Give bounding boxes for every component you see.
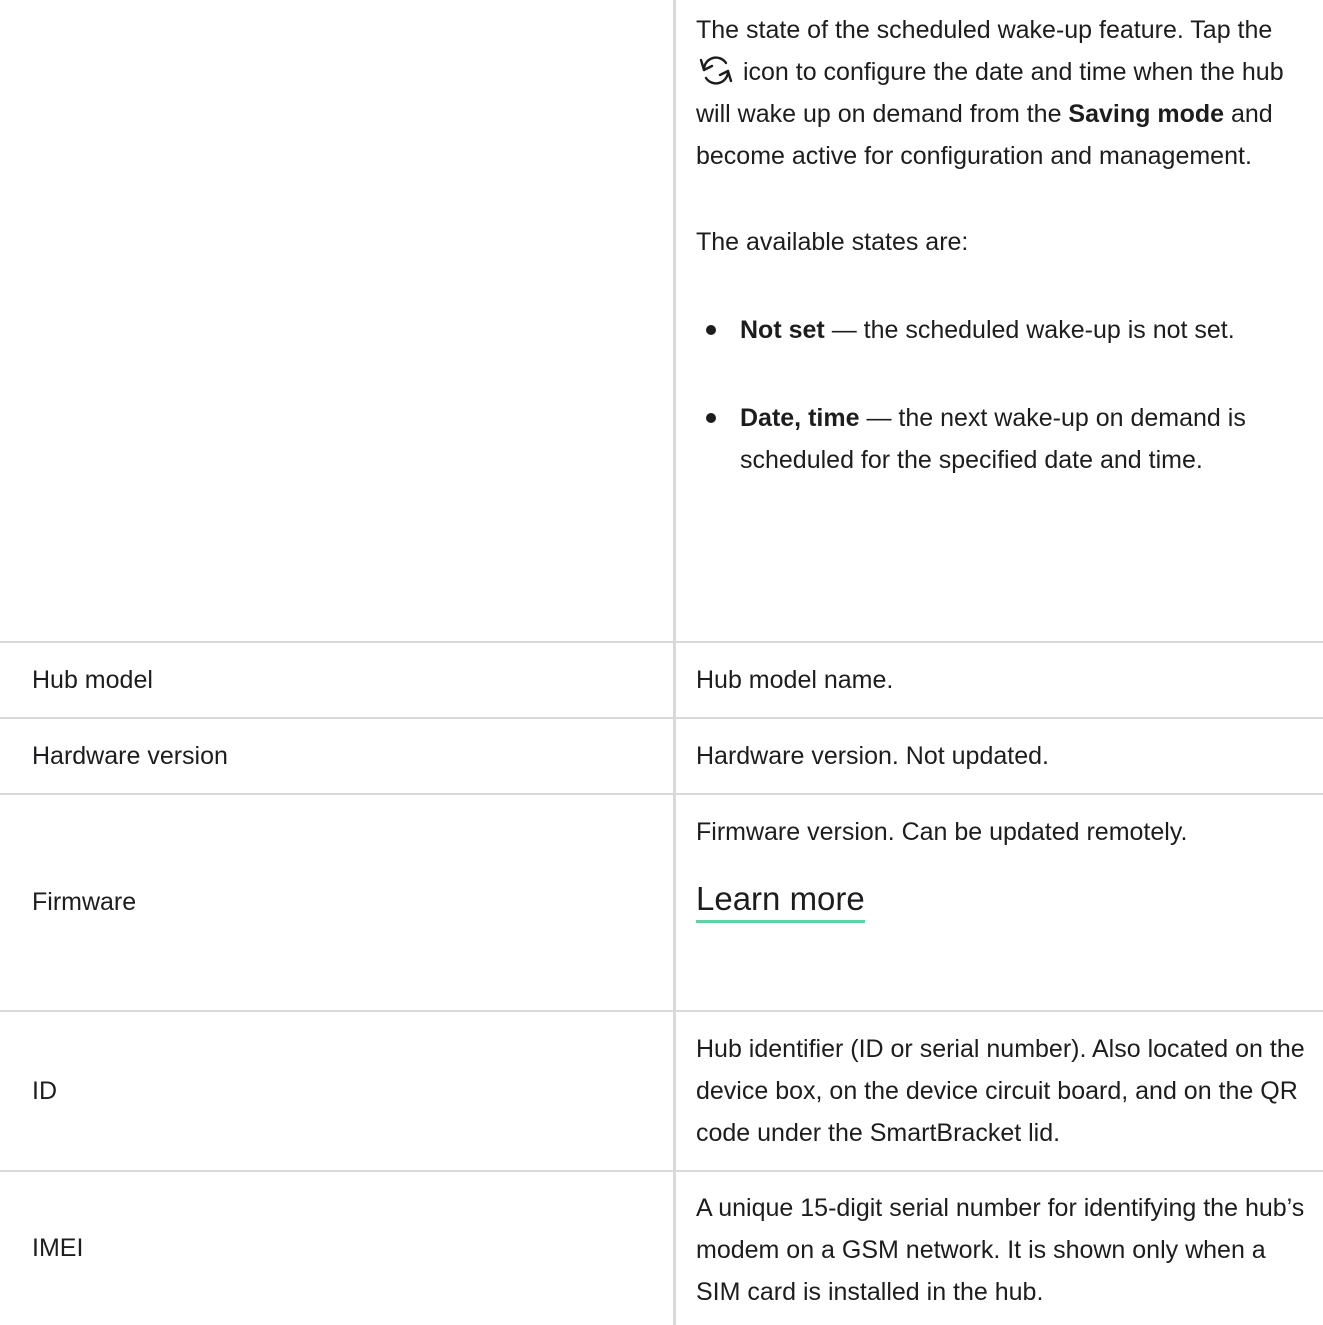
column-divider [673, 1172, 676, 1325]
row-description: Hardware version. Not updated. [696, 742, 1049, 770]
bullet-icon [706, 325, 716, 335]
states-intro: The available states are: [696, 228, 969, 256]
row-label: Hub model [32, 665, 153, 694]
state-description: — the scheduled wake-up is not set. [831, 316, 1235, 344]
row-label: IMEI [32, 1234, 84, 1262]
state-name: Not set [740, 316, 825, 344]
row-description: A unique 15-digit serial number for iden… [696, 1194, 1305, 1306]
row-label: Firmware [32, 888, 137, 916]
row-label: Hardware version [32, 741, 228, 770]
bullet-icon [706, 413, 716, 423]
firmware-description: Firmware version. Can be updated remotel… [696, 818, 1188, 846]
table-row-scheduled-wakeup: The state of the scheduled wake-up featu… [0, 0, 1323, 643]
saving-mode-term: Saving mode [1068, 100, 1225, 128]
state-name: Date, time [740, 404, 860, 432]
row-description: Hub model name. [696, 666, 894, 694]
table-row-imei: IMEI A unique 15-digit serial number for… [0, 1172, 1323, 1325]
table-row-id: ID Hub identifier (ID or serial number).… [0, 1012, 1323, 1172]
settings-table: The state of the scheduled wake-up featu… [0, 0, 1323, 1325]
wakeup-description-paragraph: The state of the scheduled wake-up featu… [696, 9, 1313, 177]
column-divider [673, 1012, 676, 1170]
row-description: Hub identifier (ID or serial number). Al… [696, 1035, 1305, 1147]
column-divider [673, 0, 676, 641]
scheduled-wakeup-description: The state of the scheduled wake-up featu… [696, 9, 1313, 481]
table-row-firmware: Firmware Firmware version. Can be update… [0, 795, 1323, 1012]
learn-more-link[interactable]: Learn more [696, 879, 865, 923]
column-divider [673, 643, 676, 717]
column-divider [673, 795, 676, 1010]
list-item: Not set — the scheduled wake-up is not s… [696, 309, 1313, 351]
states-list: Not set — the scheduled wake-up is not s… [696, 309, 1313, 481]
sync-icon [699, 56, 733, 85]
list-item: Date, time — the next wake-up on demand … [696, 397, 1313, 481]
column-divider [673, 719, 676, 793]
row-label: ID [32, 1076, 57, 1105]
learn-more-wrapper: Learn more [696, 879, 1313, 923]
row-description: Firmware version. Can be updated remotel… [696, 811, 1313, 923]
table-row-hub-model: Hub model Hub model name. [0, 643, 1323, 719]
table-row-hardware-version: Hardware version Hardware version. Not u… [0, 719, 1323, 795]
wakeup-desc-part1: The state of the scheduled wake-up featu… [696, 16, 1273, 44]
